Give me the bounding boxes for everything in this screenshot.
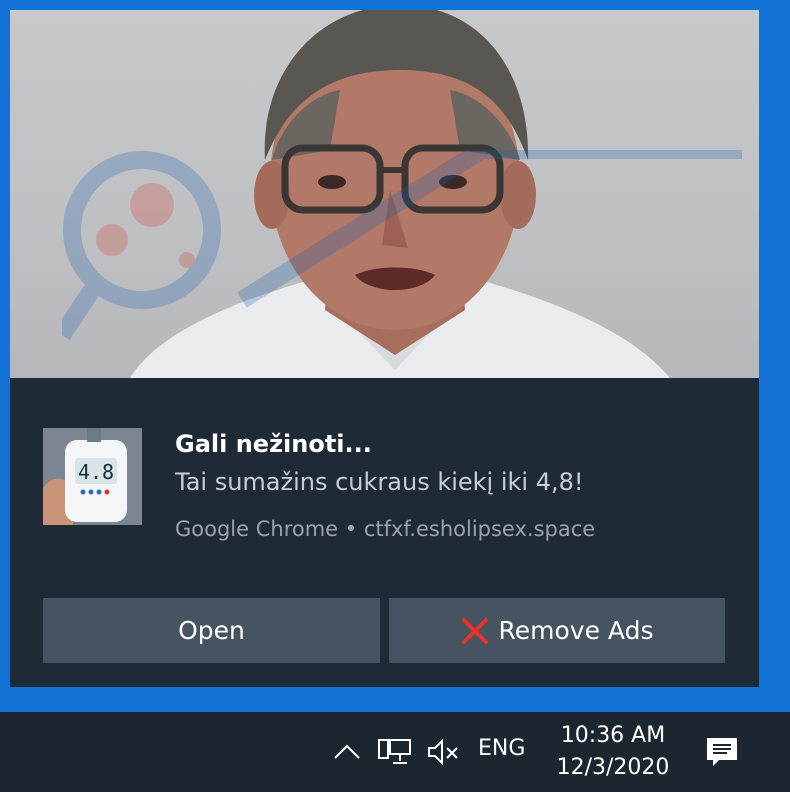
taskbar: ENG 10:36 AM 12/3/2020	[0, 712, 790, 792]
language-indicator[interactable]: ENG	[478, 736, 525, 761]
open-button-label: Open	[178, 616, 245, 645]
chevron-up-icon[interactable]	[330, 732, 364, 772]
notification-body: Tai sumažins cukraus kiekį iki 4,8!	[175, 468, 584, 496]
watermark-logo	[62, 150, 742, 340]
notification-source: Google Chrome • ctfxf.esholipsex.space	[175, 517, 596, 541]
volume-muted-icon[interactable]	[425, 732, 461, 772]
notification-center-icon[interactable]	[702, 732, 742, 772]
remove-ads-button[interactable]: Remove Ads	[389, 598, 725, 663]
open-button[interactable]: Open	[43, 598, 380, 663]
toast-notification[interactable]: 4.8 Gali nežinoti... Tai sumažins cukrau…	[10, 10, 759, 687]
network-icon[interactable]	[377, 732, 413, 772]
clock[interactable]: 10:36 AM 12/3/2020	[548, 720, 678, 784]
red-x-icon	[461, 617, 489, 645]
notification-content: 4.8 Gali nežinoti... Tai sumažins cukrau…	[10, 378, 759, 687]
remove-ads-button-label: Remove Ads	[498, 616, 654, 645]
hero-image[interactable]	[10, 10, 759, 378]
svg-text:4.8: 4.8	[78, 460, 114, 484]
notification-thumbnail: 4.8	[43, 428, 142, 525]
clock-date: 12/3/2020	[556, 755, 670, 780]
clock-time: 10:36 AM	[560, 723, 666, 748]
notification-title: Gali nežinoti...	[175, 430, 372, 458]
